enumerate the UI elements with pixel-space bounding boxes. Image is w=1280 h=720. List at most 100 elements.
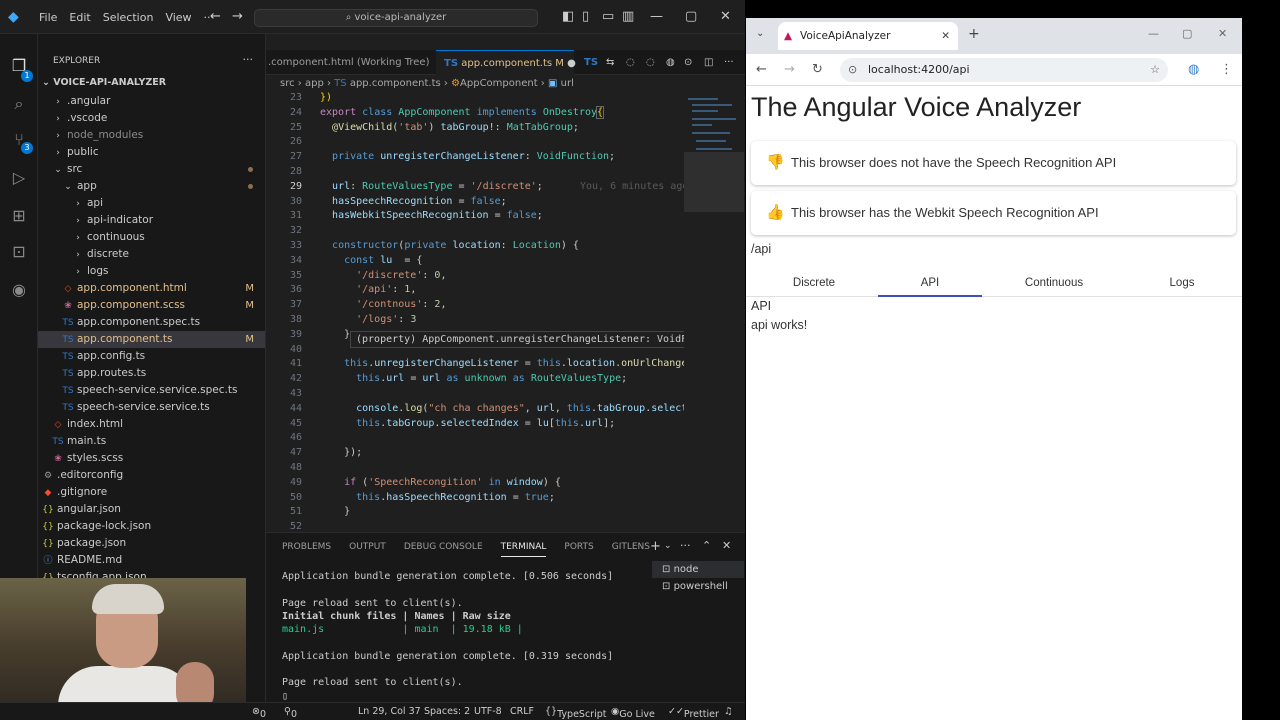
tree-item-app-component-spec-ts[interactable]: TS app.component.spec.ts [38, 314, 265, 331]
tab-continuous[interactable]: Continuous [1002, 271, 1106, 296]
terminal-dropdown-icon[interactable]: ⌄ [664, 541, 672, 551]
menu-selection[interactable]: Selection [97, 11, 160, 24]
breadcrumb-class[interactable]: AppComponent [460, 78, 538, 89]
tree-item-node-modules[interactable]: › node_modules [38, 127, 265, 144]
maximize-panel-icon[interactable]: ⌃ [702, 539, 711, 552]
forward-arrow-icon[interactable]: → [232, 9, 243, 25]
terminal-powershell[interactable]: ⊡ powershell [652, 578, 744, 595]
indentation[interactable]: Spaces: 2 [424, 706, 470, 717]
history-forward-icon[interactable]: ◌ [646, 50, 655, 75]
modified-dot-icon[interactable]: ● [567, 58, 576, 69]
tree-item-speech-service-service-ts[interactable]: TS speech-service.service.ts [38, 399, 265, 416]
address-bar[interactable]: ⊙ localhost:4200/api ☆ [840, 58, 1168, 82]
tree-item-api-indicator[interactable]: › api-indicator [38, 212, 265, 229]
browser-menu-icon[interactable]: ⋮ [1220, 62, 1233, 77]
breadcrumb-app[interactable]: app [305, 78, 324, 89]
problems-status[interactable]: ⊗ 0 [252, 706, 266, 720]
maximize-icon[interactable]: ▢ [685, 9, 697, 25]
explorer-more-icon[interactable]: ··· [243, 53, 254, 66]
tree-item-discrete[interactable]: › discrete [38, 246, 265, 263]
new-tab-icon[interactable]: + [968, 26, 980, 42]
run-debug-icon[interactable]: ▷ [9, 168, 29, 188]
close-panel-icon[interactable]: ✕ [722, 539, 731, 552]
tree-item--vscode[interactable]: › .vscode [38, 110, 265, 127]
panel-more-icon[interactable]: ··· [680, 539, 691, 552]
line-ending[interactable]: CRLF [510, 706, 534, 717]
code-editor[interactable]: 23 24 25 26 27 28 29 30 31 32 33 34 35 36 37 38 39 40 41 42… [266, 92, 684, 532]
tree-item-continuous[interactable]: › continuous [38, 229, 265, 246]
layout-icon[interactable]: ▥ [622, 9, 634, 25]
remote-explorer-icon[interactable]: ⊡ [9, 242, 29, 262]
toggle-panel-icon[interactable]: ▭ [602, 9, 614, 25]
cursor-position[interactable]: Ln 29, Col 37 [358, 706, 421, 717]
split-editor-icon[interactable]: ◫ [704, 50, 713, 75]
site-info-icon[interactable]: ⊙ [848, 58, 857, 82]
minimap[interactable] [684, 92, 744, 532]
search-icon[interactable]: ⌕ [9, 94, 29, 114]
menu-view[interactable]: View [159, 11, 197, 24]
ports-status[interactable]: ⚲ 0 [284, 706, 297, 720]
panel-tab-ports[interactable]: PORTS [564, 542, 593, 557]
tree-item-src[interactable]: ⌄ src [38, 161, 265, 178]
tree-item-app-config-ts[interactable]: TS app.config.ts [38, 348, 265, 365]
reload-icon[interactable]: ↻ [812, 62, 823, 77]
tree-item--gitignore[interactable]: ◆ .gitignore [38, 484, 265, 501]
tree-item-api[interactable]: › api [38, 195, 265, 212]
tree-item-app[interactable]: ⌄ app [38, 178, 265, 195]
tree-item--angular[interactable]: › .angular [38, 93, 265, 110]
tab-html-working-tree[interactable]: .component.html (Working Tree) [268, 50, 430, 75]
go-live-icon[interactable]: ◍ [666, 50, 675, 75]
tree-item-speech-service-service-spec-ts[interactable]: TS speech-service.service.spec.ts [38, 382, 265, 399]
minimize-icon[interactable]: — [650, 9, 663, 25]
explorer-root[interactable]: ⌄ VOICE-API-ANALYZER [42, 77, 166, 88]
browser-maximize-icon[interactable]: ▢ [1182, 27, 1192, 40]
close-tab-icon[interactable]: ✕ [941, 22, 950, 50]
browser-back-icon[interactable]: ← [756, 62, 767, 77]
tree-item--editorconfig[interactable]: ⚙ .editorconfig [38, 467, 265, 484]
tree-item-main-ts[interactable]: TS main.ts [38, 433, 265, 450]
menu-edit[interactable]: Edit [63, 11, 96, 24]
profile-avatar[interactable]: ◍ [1188, 62, 1199, 77]
prettier-button[interactable]: ✓✓ Prettier [668, 706, 719, 720]
tree-item-index-html[interactable]: ◇ index.html [38, 416, 265, 433]
new-terminal-icon[interactable]: + [650, 539, 661, 554]
tree-item-readme-md[interactable]: ⓘ README.md [38, 552, 265, 569]
gitlens-icon[interactable]: ◉ [9, 280, 29, 300]
breadcrumb-file[interactable]: app.component.ts [350, 78, 441, 89]
terminal-output[interactable]: Application bundle generation complete. … [282, 571, 647, 704]
close-icon[interactable]: ✕ [720, 9, 731, 25]
back-arrow-icon[interactable]: ← [210, 9, 221, 25]
tree-item-styles-scss[interactable]: ❀ styles.scss [38, 450, 265, 467]
menu-file[interactable]: File [33, 11, 63, 24]
preview-icon[interactable]: ⊙ [684, 50, 692, 75]
editor-more-icon[interactable]: ··· [724, 50, 734, 75]
tab-logs[interactable]: Logs [1130, 271, 1234, 296]
tree-item-package-json[interactable]: {} package.json [38, 535, 265, 552]
panel-tab-problems[interactable]: PROBLEMS [282, 542, 331, 557]
history-back-icon[interactable]: ◌ [626, 50, 635, 75]
tab-discrete[interactable]: Discrete [762, 271, 866, 296]
minimap-viewport[interactable] [684, 152, 744, 212]
tree-item-app-component-scss[interactable]: ❀ app.component.scss M [38, 297, 265, 314]
overflow-ts-icon[interactable]: TS [584, 50, 598, 75]
tab-app-component-ts[interactable]: TS app.component.ts M ● [436, 50, 576, 75]
tree-item-app-component-html[interactable]: ◇ app.component.html M [38, 280, 265, 297]
panel-tab-terminal[interactable]: TERMINAL [500, 542, 547, 557]
tree-item-app-component-ts[interactable]: TS app.component.ts M [38, 331, 265, 348]
tab-search-icon[interactable]: ⌄ [756, 28, 764, 39]
tree-item-app-routes-ts[interactable]: TS app.routes.ts [38, 365, 265, 382]
bookmark-star-icon[interactable]: ☆ [1150, 58, 1160, 82]
notifications-icon[interactable]: ♫ [724, 706, 733, 717]
tree-item-package-lock-json[interactable]: {} package-lock.json [38, 518, 265, 535]
browser-minimize-icon[interactable]: — [1148, 27, 1159, 40]
tree-item-public[interactable]: › public [38, 144, 265, 161]
breadcrumb-src[interactable]: src [280, 78, 295, 89]
browser-tab[interactable]: ▲ VoiceApiAnalyzer ✕ [778, 22, 958, 50]
terminal-node[interactable]: ⊡ node [652, 561, 744, 578]
compare-icon[interactable]: ⇆ [606, 50, 614, 75]
language-mode[interactable]: {} TypeScript [545, 706, 606, 720]
command-center[interactable]: ⌕ voice-api-analyzer [254, 9, 538, 27]
breadcrumb-property[interactable]: url [561, 78, 574, 89]
toggle-sidebar-icon[interactable]: ▯ [582, 9, 589, 25]
tab-api[interactable]: API [878, 271, 982, 296]
